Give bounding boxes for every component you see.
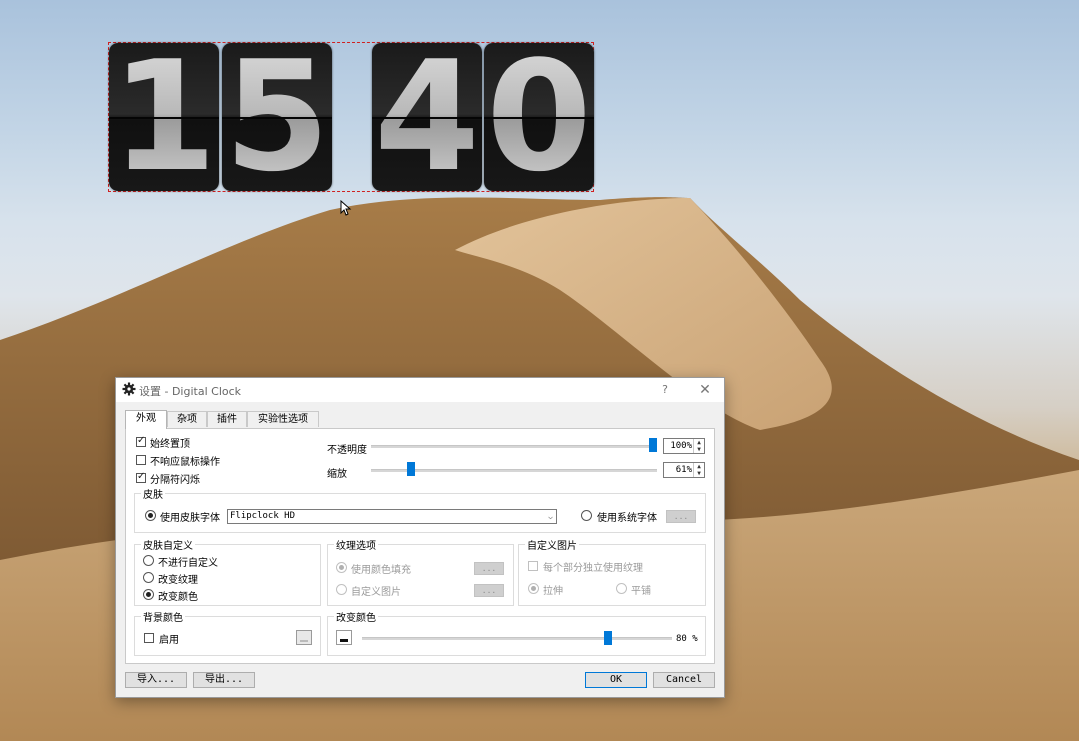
color-intensity-value: 80 % — [676, 634, 698, 644]
opacity-label: 不透明度 — [327, 445, 367, 456]
skin-select[interactable]: Flipclock HD ⌵ — [227, 509, 557, 524]
help-button[interactable]: ? — [656, 381, 674, 399]
import-button[interactable]: 导入... — [125, 672, 187, 688]
skin-group-title: 皮肤 — [141, 486, 165, 501]
zoom-value: 61% — [675, 465, 692, 475]
custom-image-label: 自定义图片 — [351, 587, 401, 598]
skin-select-value: Flipclock HD — [230, 511, 296, 521]
chevron-down-icon: ⌵ — [548, 512, 553, 521]
ok-button[interactable]: OK — [585, 672, 647, 688]
appearance-panel: 始终置顶 不响应鼠标操作 分隔符闪烁 不透明度 100% ▲▼ 缩放 61% ▲… — [125, 428, 715, 664]
cancel-button[interactable]: Cancel — [653, 672, 715, 688]
settings-dialog: 设置 - Digital Clock ? ✕ 外观 杂项 插件 实验性选项 始终… — [115, 377, 725, 698]
change-color-radio[interactable] — [143, 589, 154, 600]
ignore-mouse-checkbox[interactable] — [136, 455, 146, 465]
opacity-spin-buttons[interactable]: ▲ ▼ — [693, 439, 704, 453]
tab-plugins[interactable]: 插件 — [207, 411, 247, 427]
fill-color-button[interactable]: ... — [474, 562, 504, 575]
use-skin-font-label: 使用皮肤字体 — [160, 513, 220, 524]
change-texture-radio[interactable] — [143, 572, 154, 583]
export-button[interactable]: 导出... — [193, 672, 255, 688]
tab-misc[interactable]: 杂项 — [167, 411, 207, 427]
clock-digit-minute-ones: 0 — [484, 43, 594, 191]
per-part-texture-checkbox[interactable] — [528, 561, 538, 571]
stretch-radio[interactable] — [528, 583, 539, 594]
skin-group: 皮肤 使用皮肤字体 Flipclock HD ⌵ 使用系统字体 ... — [134, 486, 706, 533]
custom-image-title: 自定义图片 — [525, 537, 579, 552]
fill-color-radio[interactable] — [336, 562, 347, 573]
tab-appearance[interactable]: 外观 — [125, 410, 167, 429]
opacity-slider-thumb[interactable] — [649, 438, 657, 452]
separator-blink-label: 分隔符闪烁 — [150, 475, 200, 486]
zoom-spinbox[interactable]: 61% ▲ ▼ — [663, 462, 705, 478]
opacity-slider-track[interactable] — [371, 445, 657, 448]
change-color-group: 改变颜色 80 % — [327, 609, 706, 656]
use-system-font-radio[interactable] — [581, 510, 592, 521]
per-part-texture-label: 每个部分独立使用纹理 — [543, 563, 643, 574]
change-color-swatch[interactable] — [336, 630, 352, 645]
color-intensity-thumb[interactable] — [603, 631, 612, 645]
zoom-label: 缩放 — [327, 469, 347, 480]
stretch-label: 拉伸 — [543, 586, 563, 597]
change-color-title: 改变颜色 — [334, 609, 378, 624]
use-skin-font-radio[interactable] — [145, 510, 156, 521]
system-font-button[interactable]: ... — [666, 510, 696, 523]
separator-blink-checkbox[interactable] — [136, 471, 146, 483]
no-custom-label: 不进行自定义 — [158, 558, 218, 569]
close-button[interactable]: ✕ — [694, 381, 716, 399]
custom-image-radio[interactable] — [336, 584, 347, 595]
fill-color-label: 使用颜色填充 — [351, 565, 411, 576]
zoom-spin-buttons[interactable]: ▲ ▼ — [693, 463, 704, 477]
no-custom-radio[interactable] — [143, 555, 154, 566]
background-enable-label: 启用 — [159, 635, 179, 646]
texture-options-title: 纹理选项 — [334, 537, 378, 552]
dialog-title: 设置 - Digital Clock — [139, 385, 242, 398]
change-texture-label: 改变纹理 — [158, 575, 198, 586]
background-color-group: 背景颜色 启用 — [134, 609, 321, 656]
color-intensity-track[interactable] — [362, 637, 672, 640]
background-color-swatch[interactable] — [296, 630, 312, 645]
opacity-value: 100% — [670, 441, 692, 451]
texture-options-group: 纹理选项 使用颜色填充 ... 自定义图片 ... — [327, 537, 514, 606]
tile-radio[interactable] — [616, 583, 627, 594]
skin-customize-group: 皮肤自定义 不进行自定义 改变纹理 改变颜色 — [134, 537, 321, 606]
tile-label: 平铺 — [631, 586, 651, 597]
always-on-top-label: 始终置顶 — [150, 439, 190, 450]
ignore-mouse-label: 不响应鼠标操作 — [150, 457, 220, 468]
opacity-spinbox[interactable]: 100% ▲ ▼ — [663, 438, 705, 454]
gear-icon — [122, 382, 136, 396]
use-system-font-label: 使用系统字体 — [597, 513, 657, 524]
change-color-label: 改变颜色 — [158, 592, 198, 603]
custom-image-button[interactable]: ... — [474, 584, 504, 597]
always-on-top-checkbox[interactable] — [136, 435, 146, 447]
background-color-title: 背景颜色 — [141, 609, 185, 624]
clock-digit-hour-ones: 5 — [222, 43, 332, 191]
clock-digit-minute-tens: 4 — [372, 43, 482, 191]
mouse-cursor-icon — [340, 200, 352, 216]
dialog-titlebar[interactable]: 设置 - Digital Clock ? ✕ — [116, 378, 724, 402]
tab-experimental[interactable]: 实验性选项 — [247, 411, 319, 427]
skin-customize-title: 皮肤自定义 — [141, 537, 195, 552]
zoom-slider-thumb[interactable] — [407, 462, 416, 476]
background-enable-checkbox[interactable] — [144, 633, 154, 643]
custom-image-group: 自定义图片 每个部分独立使用纹理 拉伸 平铺 — [518, 537, 706, 606]
flip-clock-widget[interactable]: 1 5 4 0 — [108, 42, 594, 192]
clock-digit-hour-tens: 1 — [109, 43, 219, 191]
